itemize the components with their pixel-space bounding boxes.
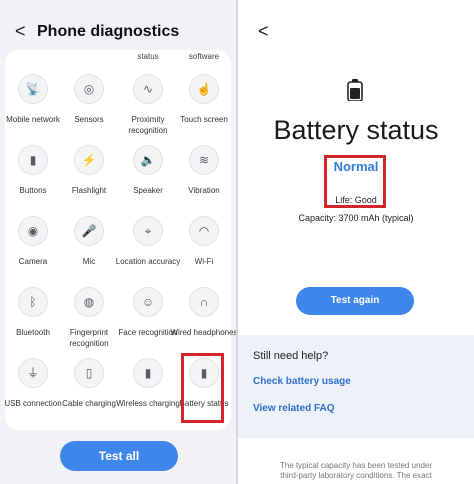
footer-note: The typical capacity has been tested und… [238,461,474,481]
highlight-box [324,155,386,208]
view-related-faq-link[interactable]: View related FAQ [253,403,335,415]
fingerprint-icon: ◍ [74,287,104,317]
flashlight-icon: ⚡ [74,145,104,175]
wireless-charging-icon: ▮ [133,358,163,388]
camera-icon: ◉ [18,216,48,246]
usb-icon: ⏚ [18,358,48,388]
tile-label: Flashlight [71,186,107,195]
back-button[interactable]: < [258,22,269,40]
antenna-icon: 📡 [18,74,48,104]
bluetooth-icon: ᛒ [18,287,48,317]
tile-label: Cable charging [62,399,116,408]
cable-charging-icon: ▯ [74,358,104,388]
partial-tile-label: software [188,52,220,61]
help-title: Still need help? [253,350,329,362]
wifi-icon: ◠ [189,216,219,246]
back-button[interactable]: < [15,22,26,40]
tile-label: Touch screen [180,115,228,124]
phone-diagnostics-panel: < Phone diagnostics status software 📡 Mob… [0,0,236,484]
partial-tile-label: status [137,52,159,61]
highlight-box [181,353,224,423]
sensor-icon: ◎ [74,74,104,104]
tile-label: Vibration [188,186,220,195]
footer-line: The typical capacity has been tested und… [279,461,433,470]
tile-label: Wi-Fi [194,257,214,266]
check-battery-usage-link[interactable]: Check battery usage [253,376,351,388]
speaker-icon: 🔈 [133,145,163,175]
proximity-icon: ∿ [133,74,163,104]
footer-line: third-party laboratory conditions. The e… [280,471,432,480]
header: < Phone diagnostics [0,0,236,52]
buttons-icon: ▮ [18,145,48,175]
test-again-button[interactable]: Test again [296,287,414,315]
face-icon: ☺ [133,287,163,317]
touch-icon: ☝ [189,74,219,104]
location-icon: ⌖ [133,216,163,246]
vibration-icon: ≋ [189,145,219,175]
tile-label: Sensors [74,115,104,124]
headphones-icon: ∩ [189,287,219,317]
battery-capacity: Capacity: 3700 mAh (typical) [298,213,414,223]
mic-icon: 🎤 [74,216,104,246]
battery-status-panel: < Battery status Normal Life: Good Capac… [238,0,474,484]
battery-icon [347,79,363,101]
tile-label: Fingerprint recognition [69,328,109,348]
tile-label: Wired headphones [170,328,236,337]
tile-label: Mic [82,257,96,266]
page-title: Phone diagnostics [37,23,180,40]
test-all-button[interactable]: Test all [60,441,178,471]
battery-status-title: Battery status [273,115,439,145]
